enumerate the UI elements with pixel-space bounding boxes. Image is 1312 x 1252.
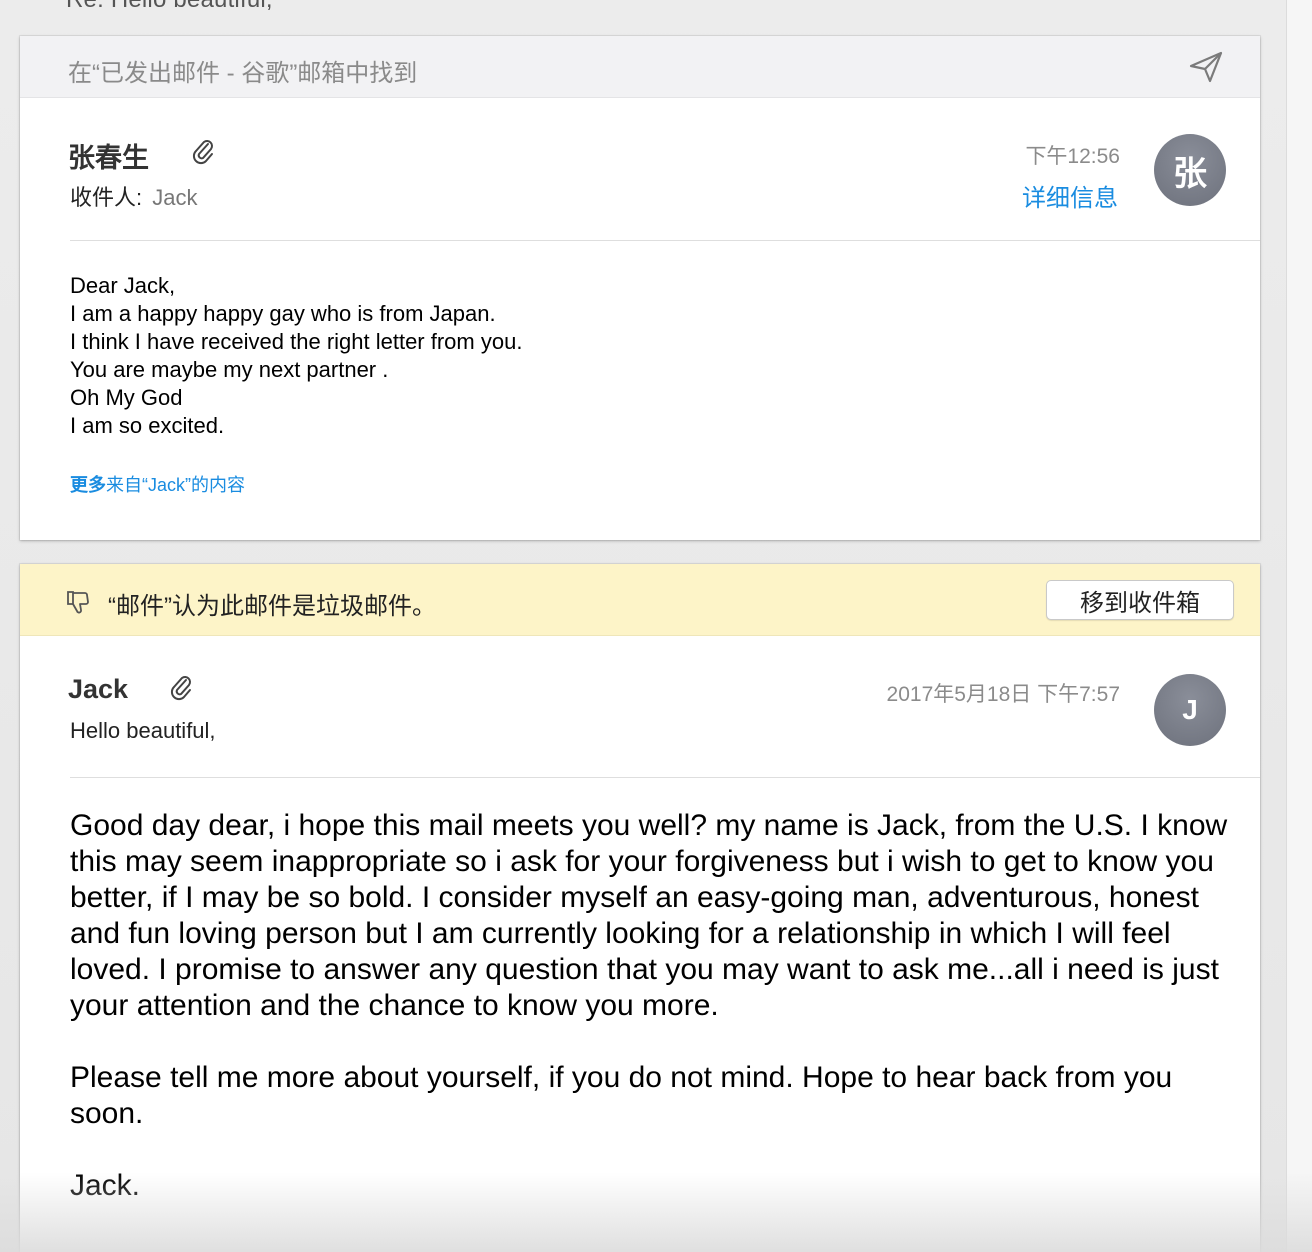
message-body: Dear Jack, I am a happy happy gay who is… bbox=[70, 272, 522, 440]
body-paragraph: Please tell me more about yourself, if y… bbox=[70, 1061, 1173, 1130]
found-in-text: 在“已发出邮件 - 谷歌”邮箱中找到 bbox=[68, 60, 418, 87]
body-line: You are maybe my next partner . bbox=[70, 357, 389, 382]
junk-notice-bar: “邮件”认为此邮件是垃圾邮件。 移到收件箱 bbox=[20, 564, 1260, 636]
details-link[interactable]: 详细信息 bbox=[1022, 178, 1118, 213]
message-time: 下午12:56 bbox=[1025, 145, 1120, 168]
more-rest: 来自“Jack”的内容 bbox=[106, 475, 245, 495]
body-paragraph: Good day dear, i hope this mail meets yo… bbox=[70, 809, 1228, 1022]
recipient-line: 收件人: Jack bbox=[70, 180, 198, 212]
message-header: 张春生 收件人: Jack 下午12:56 详细信息 张 bbox=[20, 98, 1260, 242]
more-from-sender-link[interactable]: 更多来自“Jack”的内容 bbox=[70, 471, 245, 497]
send-icon[interactable] bbox=[1188, 50, 1224, 84]
to-label: 收件人: bbox=[70, 185, 143, 210]
message-time: 2017年5月18日 下午7:57 bbox=[886, 683, 1120, 706]
avatar: J bbox=[1154, 674, 1226, 746]
more-prefix: 更多 bbox=[70, 475, 106, 495]
sender-name[interactable]: Jack bbox=[68, 674, 128, 705]
scrollbar-track[interactable] bbox=[1286, 0, 1312, 1252]
header-divider bbox=[70, 777, 1260, 778]
message-subject: Hello beautiful, bbox=[70, 718, 216, 743]
body-line: Dear Jack, bbox=[70, 273, 176, 298]
thumbs-down-icon bbox=[67, 591, 89, 614]
move-to-inbox-button[interactable]: 移到收件箱 bbox=[1046, 580, 1234, 620]
paperclip-icon[interactable] bbox=[170, 674, 194, 702]
paperclip-icon[interactable] bbox=[192, 138, 216, 166]
body-line: I am a happy happy gay who is from Japan… bbox=[70, 301, 496, 326]
sender-name[interactable]: 张春生 bbox=[68, 136, 149, 175]
thread-subject: Re: Hello beautiful, bbox=[66, 0, 273, 14]
message-card-1: 在“已发出邮件 - 谷歌”邮箱中找到 张春生 收件人: Jack 下午12:56… bbox=[20, 36, 1260, 540]
junk-notice-text: “邮件”认为此邮件是垃圾邮件。 bbox=[108, 593, 436, 620]
body-paragraph: Jack. bbox=[70, 1169, 141, 1202]
body-line: Oh My God bbox=[70, 385, 183, 410]
header-divider bbox=[70, 240, 1260, 241]
message-card-2: “邮件”认为此邮件是垃圾邮件。 移到收件箱 Jack Hello beautif… bbox=[20, 564, 1260, 1252]
message-header: Jack Hello beautiful, 2017年5月18日 下午7:57 … bbox=[20, 636, 1260, 780]
body-line: I think I have received the right letter… bbox=[70, 329, 523, 354]
recipient-name[interactable]: Jack bbox=[152, 185, 197, 210]
found-in-mailbox-bar: 在“已发出邮件 - 谷歌”邮箱中找到 bbox=[20, 36, 1260, 98]
avatar: 张 bbox=[1154, 134, 1226, 206]
mail-viewer: Re: Hello beautiful, 在“已发出邮件 - 谷歌”邮箱中找到 … bbox=[0, 0, 1312, 1252]
message-body: Good day dear, i hope this mail meets yo… bbox=[70, 808, 1230, 1240]
body-line: I am so excited. bbox=[70, 413, 225, 438]
